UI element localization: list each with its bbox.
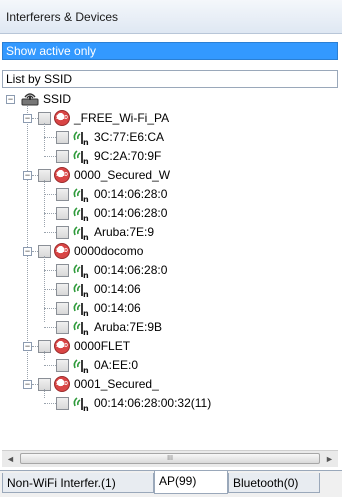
collapse-icon[interactable]: − xyxy=(23,247,32,256)
svg-text:n: n xyxy=(83,271,89,279)
ap-checkbox[interactable] xyxy=(56,321,69,334)
ap-label: 00:14:06:28:00:32(11) xyxy=(94,396,212,410)
ssid-icon: SSID xyxy=(54,167,70,183)
collapse-icon[interactable]: − xyxy=(23,380,32,389)
ap-item[interactable]: n Aruba:7E:9B xyxy=(2,318,338,337)
svg-text:n: n xyxy=(83,366,89,374)
ap-checkbox[interactable] xyxy=(56,226,69,239)
access-point-icon: n xyxy=(72,205,90,223)
filter-select-value: Show active only xyxy=(6,44,97,58)
collapse-icon[interactable]: − xyxy=(23,342,32,351)
ap-checkbox[interactable] xyxy=(56,150,69,163)
access-point-icon: n xyxy=(72,129,90,147)
ssid-group[interactable]: − SSID 0001_Secured_ xyxy=(2,375,338,394)
tab-non-wifi[interactable]: Non-WiFi Interfer.(1) xyxy=(2,473,154,493)
ap-item[interactable]: n 0A:EE:0 xyxy=(2,356,338,375)
svg-text:n: n xyxy=(83,138,89,146)
svg-text:n: n xyxy=(83,404,89,412)
collapse-icon[interactable]: − xyxy=(23,114,32,123)
ssid-group[interactable]: − SSID _FREE_Wi-Fi_PA xyxy=(2,109,338,128)
tree-root[interactable]: − SSID xyxy=(2,90,338,109)
ap-item[interactable]: n 00:14:06:28:0 xyxy=(2,261,338,280)
list-by-field[interactable]: List by SSID xyxy=(2,70,338,88)
ssid-group[interactable]: − SSID 0000docomo xyxy=(2,242,338,261)
ssid-label: 0001_Secured_ xyxy=(74,377,159,391)
access-point-icon: n xyxy=(72,395,90,413)
access-point-icon: n xyxy=(72,319,90,337)
scroll-left-arrow-icon[interactable]: ◄ xyxy=(2,451,19,467)
ssid-group[interactable]: − SSID 0000FLET xyxy=(2,337,338,356)
ap-checkbox[interactable] xyxy=(56,188,69,201)
ap-label: 0A:EE:0 xyxy=(94,358,139,372)
svg-text:n: n xyxy=(83,233,89,241)
tree-root-label: SSID xyxy=(43,92,72,106)
access-point-icon: n xyxy=(72,357,90,375)
list-by-label: List by SSID xyxy=(6,72,73,86)
filter-select[interactable]: Show active only xyxy=(2,42,338,60)
access-point-icon: n xyxy=(72,224,90,242)
ssid-icon: SSID xyxy=(54,243,70,259)
ap-checkbox[interactable] xyxy=(56,283,69,296)
ap-label: 00:14:06:28:0 xyxy=(94,263,168,277)
ap-checkbox[interactable] xyxy=(56,359,69,372)
ap-item[interactable]: n 9C:2A:70:9F xyxy=(2,147,338,166)
ssid-icon: SSID xyxy=(54,338,70,354)
ap-item[interactable]: n 00:14:06 xyxy=(2,280,338,299)
svg-text:n: n xyxy=(83,309,89,317)
scroll-right-arrow-icon[interactable]: ► xyxy=(321,451,338,467)
tab-ap[interactable]: AP(99) xyxy=(154,471,228,494)
access-point-icon: n xyxy=(72,148,90,166)
access-point-icon: n xyxy=(72,186,90,204)
access-point-icon: n xyxy=(72,300,90,318)
access-point-icon: n xyxy=(72,262,90,280)
access-point-icon: n xyxy=(72,281,90,299)
ap-checkbox[interactable] xyxy=(56,264,69,277)
ssid-icon: SSID xyxy=(54,110,70,126)
ap-label: 00:14:06 xyxy=(94,301,141,315)
ssid-tree[interactable]: − SSID − SSID _FREE_Wi-Fi_PA n 3C:77:E6:CA n 9C:… xyxy=(2,90,338,450)
ssid-group[interactable]: − SSID 0000_Secured_W xyxy=(2,166,338,185)
ap-item[interactable]: n 00:14:06:28:0 xyxy=(2,204,338,223)
ap-item[interactable]: n 00:14:06:28:00:32(11) xyxy=(2,394,338,413)
svg-text:n: n xyxy=(83,290,89,298)
collapse-icon[interactable]: − xyxy=(23,171,32,180)
ssid-label: 0000FLET xyxy=(74,339,131,353)
ap-label: 9C:2A:70:9F xyxy=(94,149,162,163)
ap-label: 00:14:06:28:0 xyxy=(94,206,168,220)
tab-bar: Non-WiFi Interfer.(1) AP(99) Bluetooth(0… xyxy=(0,470,342,497)
tab-bluetooth[interactable]: Bluetooth(0) xyxy=(228,473,320,493)
ap-item[interactable]: n Aruba:7E:9 xyxy=(2,223,338,242)
ap-item[interactable]: n 00:14:06 xyxy=(2,299,338,318)
collapse-icon[interactable]: − xyxy=(6,95,15,104)
svg-text:n: n xyxy=(83,328,89,336)
ap-checkbox[interactable] xyxy=(56,131,69,144)
svg-text:n: n xyxy=(83,195,89,203)
ap-label: 00:14:06 xyxy=(94,282,141,296)
horizontal-scrollbar[interactable]: ◄ III ► xyxy=(2,450,338,467)
ap-label: 00:14:06:28:0 xyxy=(94,187,168,201)
scroll-thumb-grip: III xyxy=(167,455,173,462)
ssid-icon: SSID xyxy=(54,376,70,392)
svg-text:n: n xyxy=(83,157,89,165)
ap-label: Aruba:7E:9 xyxy=(94,225,155,239)
network-root-icon xyxy=(20,90,40,108)
svg-text:n: n xyxy=(83,214,89,222)
ap-checkbox[interactable] xyxy=(56,397,69,410)
panel-title: Interferers & Devices xyxy=(0,0,342,34)
ap-item[interactable]: n 3C:77:E6:CA xyxy=(2,128,338,147)
ssid-label: _FREE_Wi-Fi_PA xyxy=(74,111,170,125)
ap-label: 3C:77:E6:CA xyxy=(94,130,165,144)
ssid-label: 0000_Secured_W xyxy=(74,168,171,182)
ap-item[interactable]: n 00:14:06:28:0 xyxy=(2,185,338,204)
ap-checkbox[interactable] xyxy=(56,302,69,315)
ap-label: Aruba:7E:9B xyxy=(94,320,163,334)
ap-checkbox[interactable] xyxy=(56,207,69,220)
ssid-label: 0000docomo xyxy=(74,244,144,258)
scroll-thumb[interactable]: III xyxy=(20,453,320,464)
